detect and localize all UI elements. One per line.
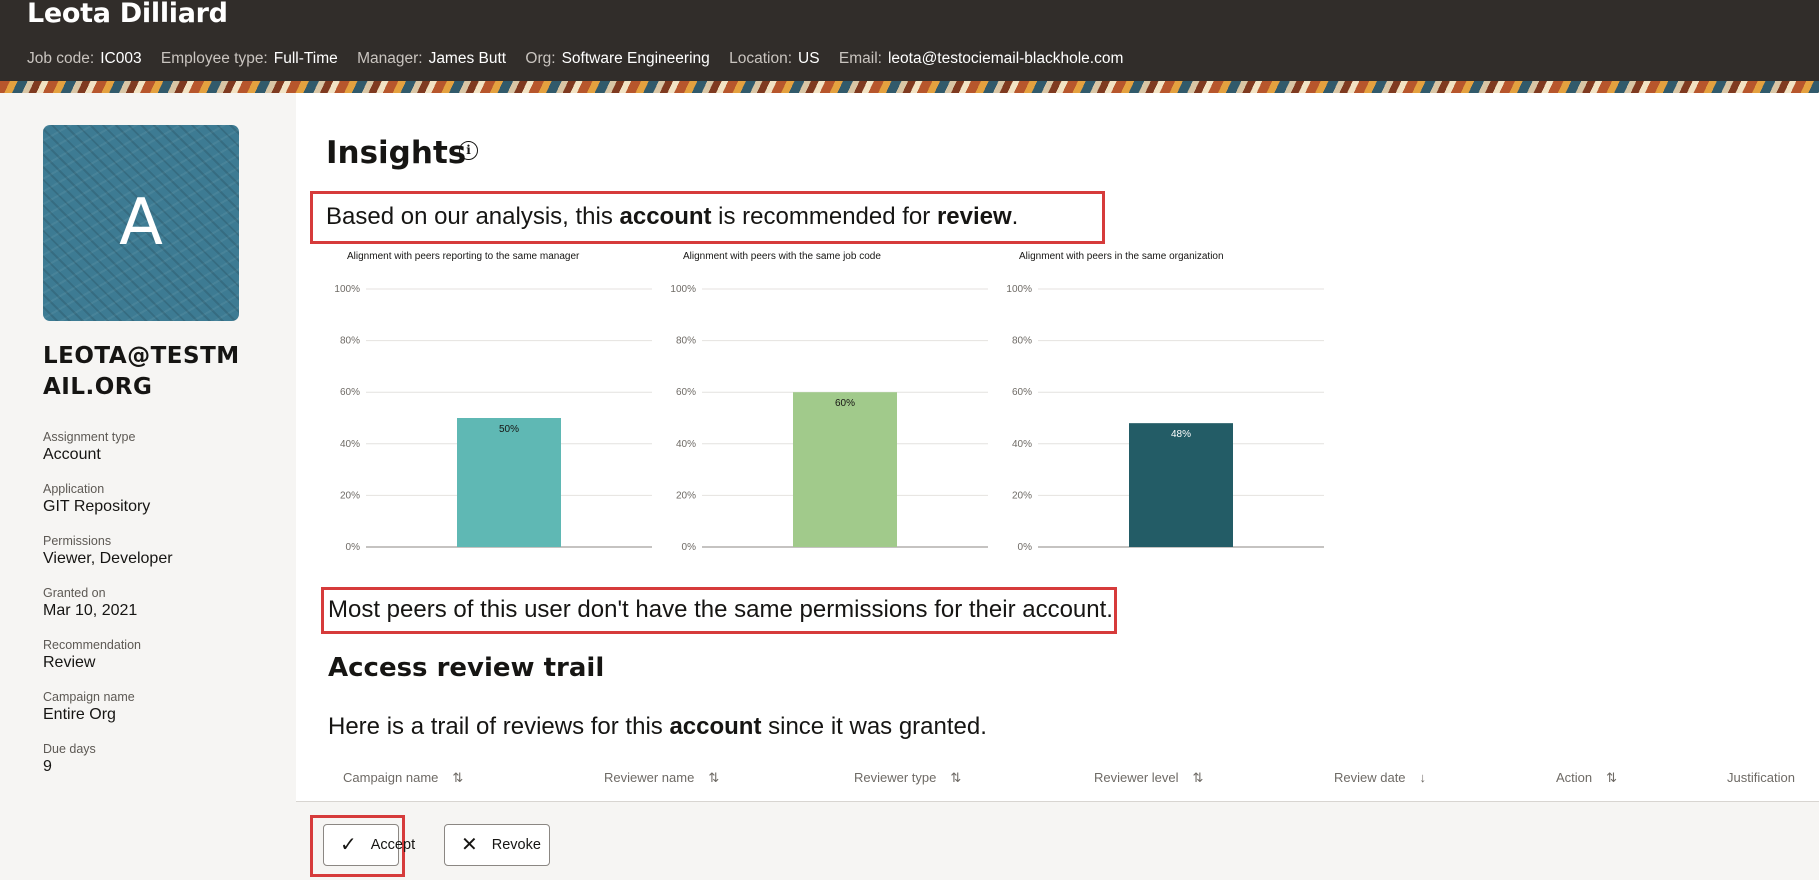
attr-granted-on: Granted on Mar 10, 2021 [43,586,138,619]
chart-same-organization: Alignment with peers in the same organiz… [998,251,1328,553]
access-review-trail-description: Here is a trail of reviews for this acco… [328,713,987,740]
trail-table-header: Campaign name ⇅ Reviewer name ⇅ Reviewer t… [296,770,1819,802]
chart-svg: 0% 20% 40% 60% 80% 100% 50% [334,284,652,553]
meta-org: Org: Software Engineering [525,50,710,67]
info-icon[interactable]: i [459,141,478,160]
action-footer: ✓ Accept ✕ Revoke [296,802,1819,880]
close-icon: ✕ [461,834,478,856]
checkmark-icon: ✓ [340,834,357,856]
chart-svg: 0% 20% 40% 60% 80% 100% 48% [1006,284,1324,553]
y-tick-label: 100% [334,284,360,295]
sort-icon[interactable]: ⇅ [950,770,961,785]
meta-email: Email: leota@testociemail-blackhole.com [838,50,1124,67]
y-tick-label: 60% [676,387,696,398]
chart-same-manager: Alignment with peers reporting to the sa… [326,251,656,553]
bar [793,392,897,547]
meta-location: Location: US [729,50,820,67]
accept-button[interactable]: ✓ Accept [323,824,415,866]
column-justification[interactable]: Justification [1727,770,1795,785]
identity-sidebar: A LEOTA@TESTMAIL.ORG Assignment type Acc… [0,93,296,880]
y-tick-label: 0% [346,542,361,553]
recommendation-text: Based on our analysis, this account is r… [326,203,1019,230]
y-tick-label: 60% [340,387,360,398]
column-reviewer-type[interactable]: Reviewer type ⇅ [854,770,961,786]
sort-icon[interactable]: ⇅ [1193,770,1204,785]
bar [457,418,561,547]
chart-svg: 0% 20% 40% 60% 80% 100% 60% [670,284,988,553]
sort-desc-icon[interactable]: ↓ [1420,770,1427,785]
column-reviewer-name[interactable]: Reviewer name ⇅ [604,770,719,786]
y-tick-label: 80% [1012,336,1032,347]
y-tick-label: 100% [670,284,696,295]
avatar: A [43,125,239,321]
attr-assignment-type: Assignment type Account [43,430,136,463]
y-tick-label: 20% [676,490,696,501]
column-action[interactable]: Action ⇅ [1556,770,1617,786]
employee-name: Leota Dilliard [27,0,228,29]
peers-summary-text: Most peers of this user don't have the s… [328,596,1113,623]
column-review-date[interactable]: Review date ↓ [1334,770,1426,785]
y-tick-label: 60% [1012,387,1032,398]
bar-value-label: 50% [499,424,519,435]
y-tick-label: 40% [1012,439,1032,450]
user-email-heading: LEOTA@TESTMAIL.ORG [43,343,240,400]
main-content: Insights i Based on our analysis, this a… [296,93,1819,880]
bar-value-label: 60% [835,398,855,409]
decorative-banner [0,81,1819,93]
attr-campaign-name: Campaign name Entire Org [43,690,135,723]
bar-value-label: 48% [1171,429,1191,440]
y-tick-label: 80% [676,336,696,347]
sort-icon[interactable]: ⇅ [452,770,463,785]
access-review-trail-title: Access review trail [328,653,605,683]
sort-icon[interactable]: ⇅ [1606,770,1617,785]
y-tick-label: 40% [340,439,360,450]
insights-title: Insights [326,135,467,171]
employee-header: Leota Dilliard Job code: IC003 Employee t… [0,0,1819,81]
y-tick-label: 0% [682,542,697,553]
employee-meta-row: Job code: IC003 Employee type: Full-Time M… [27,50,1138,68]
chart-same-job-code: Alignment with peers with the same job c… [662,251,992,553]
y-tick-label: 80% [340,336,360,347]
attr-recommendation: Recommendation Review [43,638,141,671]
meta-manager: Manager: James Butt [357,50,507,67]
sort-icon[interactable]: ⇅ [708,770,719,785]
revoke-button[interactable]: ✕ Revoke [444,824,550,866]
y-tick-label: 20% [340,490,360,501]
meta-employee-type: Employee type: Full-Time [160,50,338,67]
y-tick-label: 100% [1006,284,1032,295]
y-tick-label: 0% [1018,542,1033,553]
column-campaign-name[interactable]: Campaign name ⇅ [343,770,463,786]
attr-due-days: Due days 9 [43,742,96,775]
y-tick-label: 20% [1012,490,1032,501]
y-tick-label: 40% [676,439,696,450]
attr-application: Application GIT Repository [43,482,151,515]
column-reviewer-level[interactable]: Reviewer level ⇅ [1094,770,1203,786]
attr-permissions: Permissions Viewer, Developer [43,534,173,567]
meta-job-code: Job code: IC003 [27,50,142,67]
bar [1129,423,1233,547]
